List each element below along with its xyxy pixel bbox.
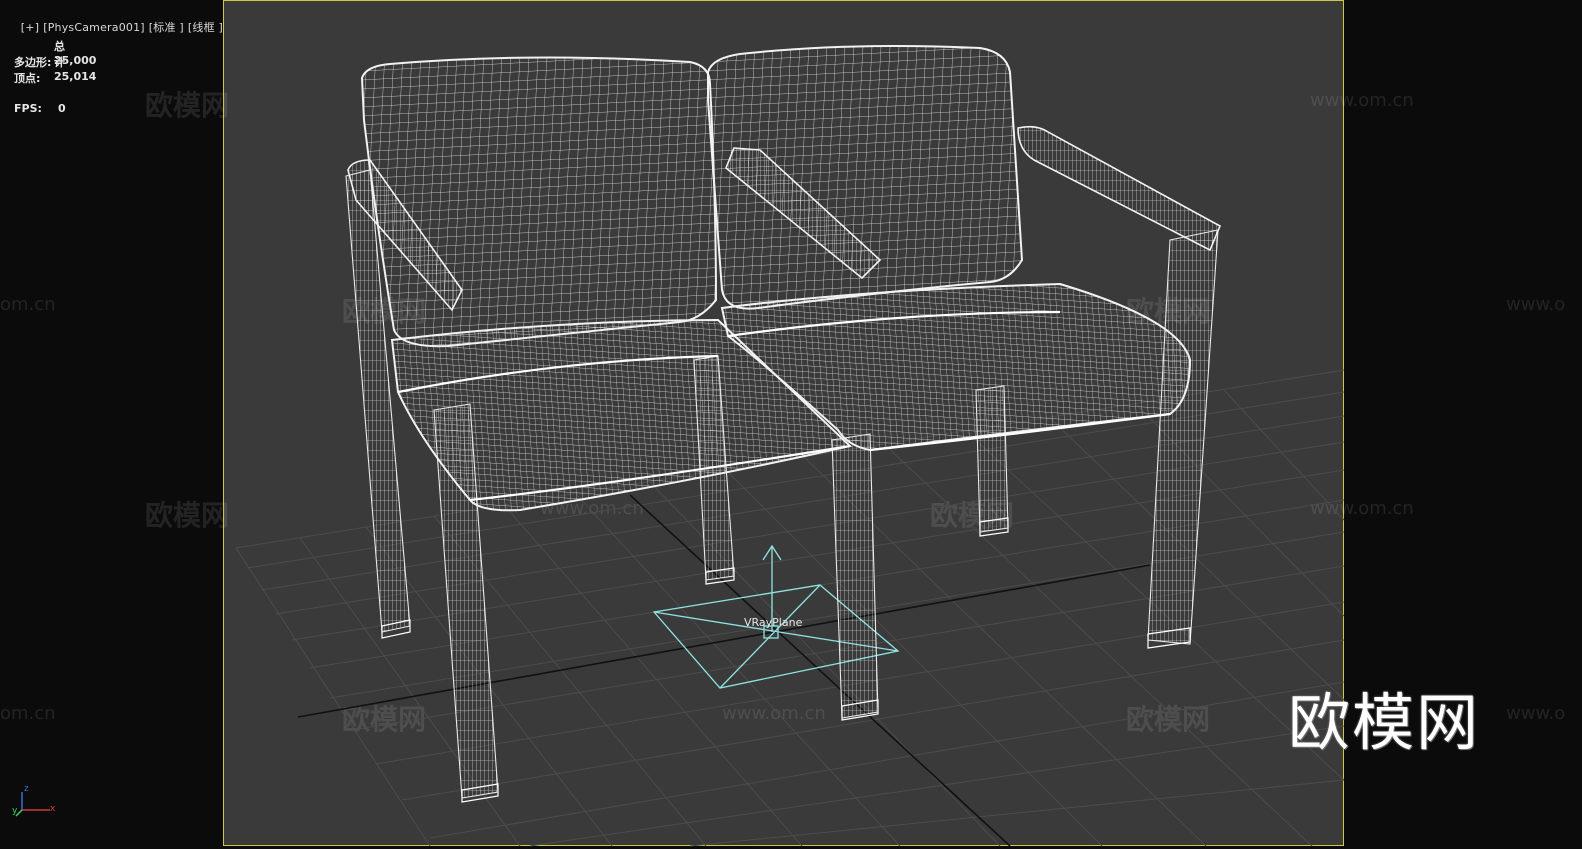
axis-x-label: x [50, 804, 56, 814]
fps-label: FPS: [14, 102, 42, 115]
polygons-value: 25,000 [54, 54, 97, 67]
vertices-label: 顶点: [14, 72, 41, 85]
viewport-menu-button[interactable]: [+] [21, 21, 39, 34]
axis-tripod-icon: x z y [10, 784, 60, 818]
axis-y-label: y [12, 806, 18, 816]
vray-plane-label: VRayPlane [744, 616, 803, 629]
viewport-label[interactable]: [+] [PhysCamera001] [标准 ] [线框 ] [6, 6, 227, 48]
viewport-camera-menu[interactable]: [PhysCamera001] [43, 21, 145, 34]
viewport-display-mode-menu[interactable]: [线框 ] [188, 21, 223, 34]
fps-value: 0 [58, 102, 66, 115]
viewport-shading-mode-menu[interactable]: [标准 ] [149, 21, 184, 34]
viewport[interactable]: 欧模网 www.om.cn om.cn 欧模网 欧模网 www.o 欧模网 ww… [0, 0, 1582, 849]
brand-logo: 欧模网 [1288, 686, 1481, 759]
axis-z-label: z [24, 784, 29, 794]
left-chair-back [360, 56, 718, 348]
vertices-value: 25,014 [54, 70, 97, 83]
polygons-label: 多边形: [14, 56, 52, 69]
